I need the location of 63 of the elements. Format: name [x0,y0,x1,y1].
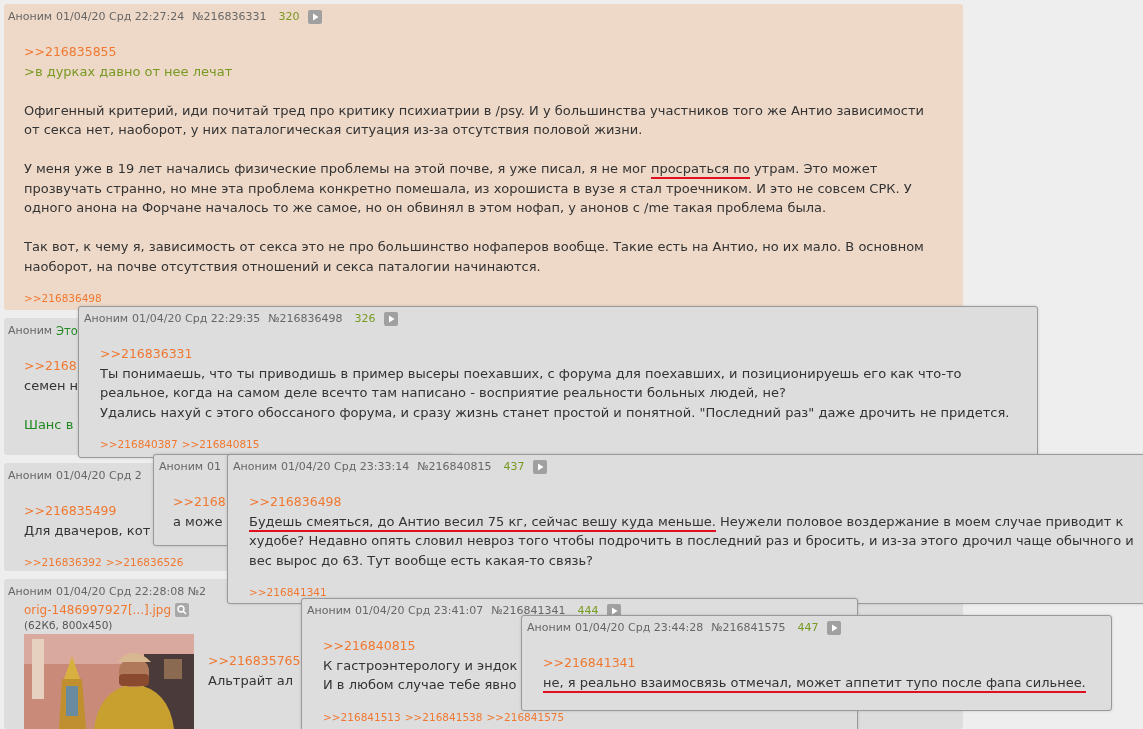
reply-link[interactable]: >>216836526 [105,555,184,569]
reply-count: 437 [503,459,525,475]
post-text: Альтрайт ал [208,671,294,690]
reply-count: 447 [797,620,819,636]
post-date: 01/04/20 Срд 23:44:28 [575,620,704,636]
poster-name: Аноним [8,584,53,600]
poster-name: Аноним [307,603,352,619]
post-date: 01 [207,459,222,475]
post-text: Офигенный критерий, иди почитай тред про критику психиатрии в /psy. И у большинства участников того же Антио зависимости от секса нет, наоборот, у них паталогическая ситуация из-за отсутствия половой жизни. [24,101,925,139]
reply-link[interactable]: >>216840387 [100,437,178,451]
reply-link[interactable]: >>216836498 [249,492,342,512]
post-date: 01/04/20 Срд 22:28:08 №2 [56,584,207,600]
reply-count: 444 [577,603,599,619]
reply-link[interactable]: >>216841341 [543,653,636,673]
post-text: не, я реально взаимосвязь отмечал, может аппетит тупо после фапа сильнее. [543,672,1086,692]
post-text: а може [173,512,223,531]
reply-link[interactable]: >>216835499 [24,501,117,521]
post-text: Шанс в [24,415,74,434]
post-text: У меня уже в 19 лет начались физические проблемы на этой почве, я уже писал, я не мог просраться по утрам. Это может прозвучать странно, но мне эта проблема конкретно помешала, из хорошиста в вузе я стал троечником. И это не совсем СРК. У одного анона на Форчане началось то же самое, но он обвинял в этом нофап, у анонов с /me такая проблема была. [24,160,913,217]
reply-link[interactable]: >>216841513 [323,709,401,724]
reply-link[interactable]: >>216840815 [323,636,416,656]
post-date: 01/04/20 Срд 23:33:14 [281,459,410,475]
reply-link[interactable]: >>216841575 [486,709,565,724]
reply-link[interactable]: >>216836331 [100,344,193,364]
reply-link[interactable]: >>216836498 [24,291,102,305]
post-text: Удались нахуй с этого обоссаного форума, и сразу жизнь станет простой и понятной. "Последний раз" даже дрочить не придется. [100,403,1011,422]
post-date: 01/04/20 Срд 23:41:07 [355,603,484,619]
poster-name: Аноним [159,459,204,475]
post-text: Для двачеров, кот [24,521,151,540]
reply-link[interactable]: >>216835855 [24,42,117,62]
post-number: №216841575 [711,620,786,636]
poster-name: Аноним [527,620,572,636]
post-number: №216841341 [491,603,566,619]
reply-link[interactable]: >>2168 [24,356,77,376]
post-subject: Это [56,323,78,339]
reply-link[interactable]: >>216836392 [24,555,102,569]
file-link[interactable]: orig-1486997927[...].jpg [24,602,172,618]
reply-link[interactable]: >>216841538 [404,709,483,724]
reply-link[interactable]: >>2168 [173,492,226,512]
post-number: №216836498 [268,311,343,327]
reply-link[interactable]: >>216835765 [208,651,301,671]
post-text: семен н [24,376,79,395]
post-date: 01/04/20 Срд 22:27:24 [56,9,185,25]
post-text: Ты понимаешь, что ты приводишь в пример высеры поехавших, с форума для поехавших, и позиционируешь его как что-то реальное, когда на самом деле всечто там написано - восприятие реальности больных людей, не? [100,364,963,402]
post-number: №216836331 [192,9,267,25]
reply-link[interactable]: >>216841341 [249,585,327,599]
quote-text: >в дурках давно от нее лечат [24,62,233,81]
poster-name: Аноним [8,323,53,339]
reply-count: 320 [278,9,300,25]
poster-name: Аноним [8,468,53,484]
poster-name: Аноним [84,311,129,327]
post-date: 01/04/20 Срд 2 [56,468,142,484]
post-number: №216840815 [417,459,492,475]
file-info: (62Кб, 800x450) [23,618,113,633]
reply-link[interactable]: >>216840815 [181,437,260,451]
post-text: Будешь смеяться, до Антио весил 75 кг, сейчас вешу куда меньше. Неужели половое воздержание в моем случае приводит к худобе? Недавно опять словил невроз того чтобы подрочить в последний раз и бросить, и из-за этого дрочил чаще обычного и вес вырос до 63. Тут вообще есть какая-то связь? [249,512,1135,570]
post-text: Так вот, к чему я, зависимость от секса это не про большинство нофаперов вообще. Такие есть на Антио, но их мало. В основном наоборот, на почве отсутствия отношений и секса паталогии начинаются. [24,238,925,276]
post-date: 01/04/20 Срд 22:29:35 [132,311,261,327]
poster-name: Аноним [233,459,278,475]
reply-count: 326 [354,311,376,327]
post-text: К гастроэнтерологу и эндок [323,656,518,675]
poster-name: Аноним [8,9,53,25]
post-text: И в любом случае тебе явно [323,676,518,694]
